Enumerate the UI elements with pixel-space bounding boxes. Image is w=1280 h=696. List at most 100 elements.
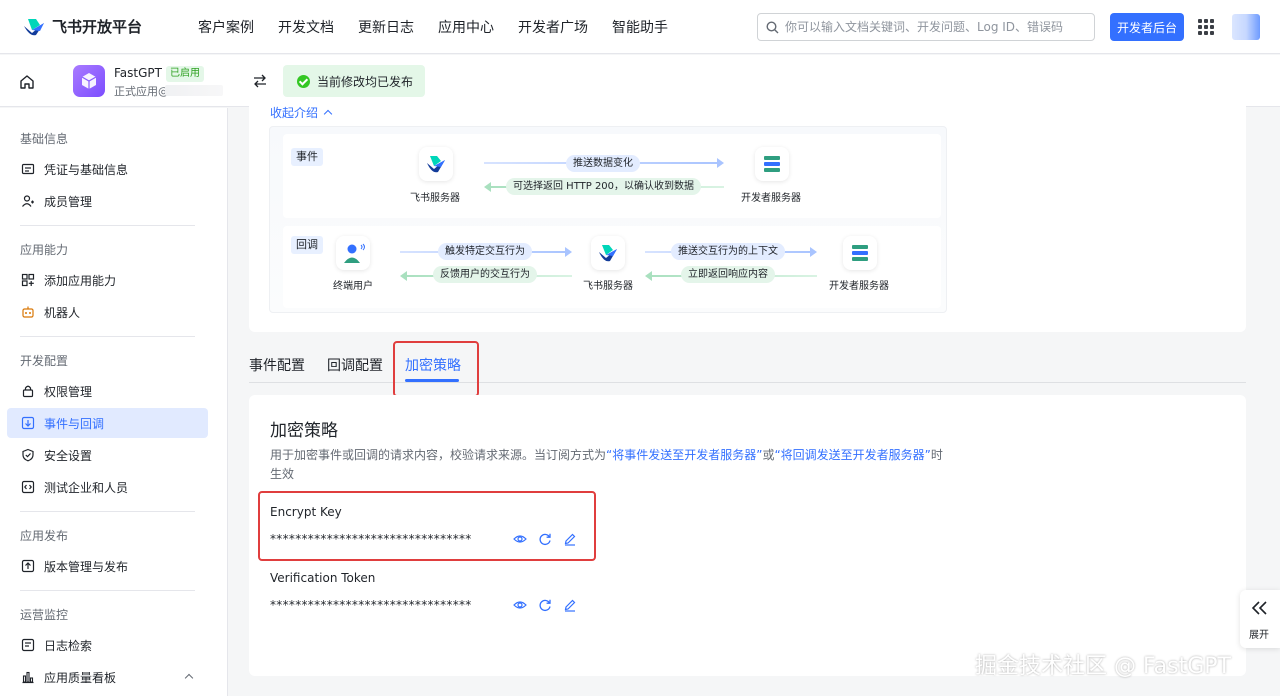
chart-icon <box>22 671 34 684</box>
event-from-label: 飞书服务器 <box>410 193 460 204</box>
app-icon <box>73 65 105 97</box>
collapse-intro-link[interactable]: 收起介绍 <box>270 104 333 121</box>
brand-name: 飞书开放平台 <box>52 18 143 36</box>
event-icon <box>21 416 35 430</box>
dev-console-button[interactable]: 开发者后台 <box>1110 13 1184 41</box>
robot-icon <box>22 306 34 318</box>
sidebar-group-dev-config: 开发配置 <box>20 354 69 368</box>
sidebar-item-label: 成员管理 <box>44 194 93 209</box>
event-push-pill: 推送数据变化 <box>566 155 640 172</box>
event-to-label: 开发者服务器 <box>741 193 801 204</box>
user-add-icon <box>22 195 34 207</box>
sidebar-item-quality[interactable]: 应用质量看板 <box>7 662 208 692</box>
callback-dev-label: 开发者服务器 <box>829 281 889 292</box>
desc-link-event[interactable]: “将事件发送至开发者服务器” <box>606 448 762 462</box>
double-chevron-left-icon <box>1251 601 1267 615</box>
event-flow-row <box>283 134 941 218</box>
sidebar-item-label: 机器人 <box>44 305 81 320</box>
top-nav: 飞书开放平台 客户案例 开发文档 更新日志 应用中心 开发者广场 智能助手 开发… <box>0 0 1280 54</box>
server-icon <box>852 245 868 261</box>
nav-link-cases[interactable]: 客户案例 <box>198 17 254 37</box>
sidebar: 基础信息 凭证与基础信息 成员管理 应用能力 添加应用能力 机器人 开发配置 权… <box>0 108 228 696</box>
user-avatar[interactable] <box>1232 14 1260 40</box>
search-icon <box>766 20 779 33</box>
search-box[interactable] <box>757 13 1095 41</box>
sidebar-item-add-capability[interactable]: 添加应用能力 <box>7 265 208 295</box>
sidebar-item-label: 测试企业和人员 <box>44 480 129 495</box>
event-tag: 事件 <box>291 148 323 166</box>
nav-link-app-center[interactable]: 应用中心 <box>438 17 494 37</box>
nav-link-assistant[interactable]: 智能助手 <box>612 17 668 37</box>
sidebar-item-versions[interactable]: 版本管理与发布 <box>7 551 208 581</box>
sidebar-item-label: 版本管理与发布 <box>44 559 129 574</box>
sidebar-divider <box>20 590 195 591</box>
feishu-logo-icon <box>427 156 445 173</box>
sidebar-item-members[interactable]: 成员管理 <box>7 186 208 216</box>
id-card-icon <box>21 163 35 175</box>
status-badge: 已启用 <box>166 66 204 82</box>
sidebar-item-label: 凭证与基础信息 <box>44 162 129 177</box>
sidebar-group-capabilities: 应用能力 <box>20 243 69 257</box>
desc-text: 用于加密事件或回调的请求内容，校验请求来源。当订阅方式为 <box>270 448 607 462</box>
lock-icon <box>22 385 34 398</box>
section-description: 用于加密事件或回调的请求内容，校验请求来源。当订阅方式为“将事件发送至开发者服务… <box>270 446 950 484</box>
sidebar-item-label: 应用质量看板 <box>44 670 117 685</box>
sidebar-item-security[interactable]: 安全设置 <box>7 440 208 470</box>
publish-status-text: 当前修改均已发布 <box>317 74 414 89</box>
sidebar-divider <box>20 225 195 226</box>
app-subtitle: 正式应用@ <box>114 85 169 98</box>
sidebar-item-robot[interactable]: 机器人 <box>7 297 208 327</box>
edit-icon[interactable] <box>563 598 577 612</box>
sidebar-item-label: 添加应用能力 <box>44 273 117 288</box>
sidebar-item-log-search[interactable]: 日志检索 <box>7 630 208 660</box>
highlight-box-encrypt-key <box>258 491 596 561</box>
tab-event-config[interactable]: 事件配置 <box>249 355 305 375</box>
app-name: FastGPT <box>114 66 162 80</box>
sidebar-item-events[interactable]: 事件与回调 <box>7 408 208 438</box>
user-icon <box>344 243 365 263</box>
nav-link-docs[interactable]: 开发文档 <box>278 17 334 37</box>
sidebar-item-label: 日志检索 <box>44 638 93 653</box>
nav-link-changelog[interactable]: 更新日志 <box>358 17 414 37</box>
callback-feedback-pill: 反馈用户的交互行为 <box>433 266 537 283</box>
sidebar-item-credentials[interactable]: 凭证与基础信息 <box>7 154 208 184</box>
redacted-mask <box>165 85 223 96</box>
sidebar-item-label: 安全设置 <box>44 448 93 463</box>
callback-tag: 回调 <box>291 236 323 254</box>
home-icon[interactable] <box>19 74 35 90</box>
feishu-server-node <box>591 236 625 270</box>
callback-trigger-pill: 触发特定交互行为 <box>438 243 532 260</box>
desc-link-callback[interactable]: “将回调发送至开发者服务器” <box>774 448 930 462</box>
sidebar-group-publish: 应用发布 <box>20 529 69 543</box>
sidebar-divider <box>20 336 195 337</box>
section-title: 加密策略 <box>270 421 338 441</box>
tab-callback-config[interactable]: 回调配置 <box>327 355 383 375</box>
server-icon <box>764 156 780 172</box>
sidebar-divider <box>20 511 195 512</box>
chevron-up-icon <box>323 109 333 119</box>
swap-icon[interactable] <box>252 73 268 89</box>
check-circle-icon <box>297 74 310 88</box>
nav-links: 客户案例 开发文档 更新日志 应用中心 开发者广场 智能助手 <box>198 17 692 37</box>
callback-push-ctx-pill: 推送交互行为的上下文 <box>671 243 785 260</box>
sidebar-group-basic: 基础信息 <box>20 132 69 146</box>
event-ack-pill: 可选择返回 HTTP 200，以确认收到数据 <box>506 178 702 195</box>
dev-server-node <box>755 147 789 181</box>
apps-grid-icon[interactable] <box>1198 19 1214 35</box>
sidebar-item-label: 权限管理 <box>44 384 93 399</box>
search-input[interactable] <box>785 20 1085 34</box>
refresh-icon[interactable] <box>538 598 552 612</box>
highlight-box-tab <box>393 341 479 397</box>
brand-logo[interactable]: 飞书开放平台 <box>22 16 172 37</box>
eye-icon[interactable] <box>513 598 527 612</box>
code-icon <box>21 480 35 494</box>
sidebar-item-permissions[interactable]: 权限管理 <box>7 376 208 406</box>
token-value: ******************************** <box>270 598 472 612</box>
sidebar-item-test-tenants[interactable]: 测试企业和人员 <box>7 472 208 502</box>
sidebar-group-ops: 运营监控 <box>20 608 69 622</box>
log-icon <box>21 638 35 652</box>
nav-link-dev-square[interactable]: 开发者广场 <box>518 17 588 37</box>
chevron-up-icon[interactable] <box>184 673 194 683</box>
callback-respond-pill: 立即返回响应内容 <box>681 266 775 283</box>
callback-server-label: 飞书服务器 <box>583 281 633 292</box>
